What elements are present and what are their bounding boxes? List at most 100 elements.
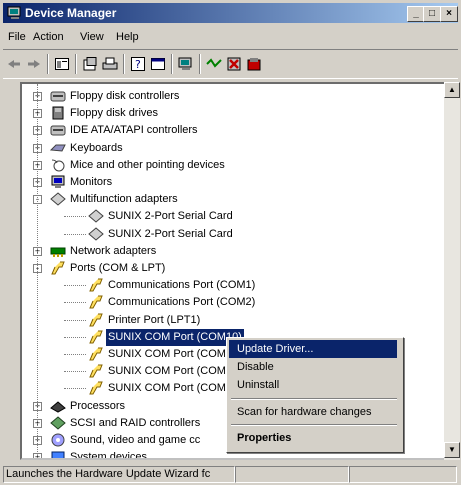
system-devices-icon — [51, 451, 65, 458]
tree-category[interactable]: + Keyboards — [22, 140, 442, 157]
menu-bar: File Action View Help — [3, 27, 458, 47]
device-manager-icon — [7, 6, 21, 19]
tree-item-label[interactable]: Sound, video and game cc — [68, 432, 202, 449]
menu-action[interactable]: Action — [33, 31, 64, 43]
window-title: Device Manager — [25, 6, 117, 20]
status-panel-2 — [235, 466, 349, 483]
update-driver-icon[interactable] — [245, 55, 263, 73]
toolbar-separator — [75, 54, 77, 74]
menu-separator — [231, 398, 397, 400]
network-adapter-icon — [50, 247, 66, 257]
print-icon[interactable] — [101, 55, 119, 73]
help-icon[interactable]: ? — [129, 55, 147, 73]
tree-item-label[interactable]: Communications Port (COM2) — [106, 294, 257, 311]
menu-separator — [231, 424, 397, 426]
serial-card-icon — [88, 226, 104, 241]
tree-category[interactable]: + Mice and other pointing devices — [22, 157, 442, 174]
tree-connector — [64, 371, 86, 373]
tree-connector — [64, 354, 86, 355]
tree-item-label[interactable]: Ports (COM & LPT) — [68, 260, 167, 277]
uninstall-menu-item[interactable]: Uninstall — [229, 376, 397, 394]
tree-device[interactable]: Printer Port (LPT1) — [22, 312, 442, 329]
title-bar[interactable]: Device Manager _ □ × — [3, 3, 458, 23]
menu-help[interactable]: Help — [116, 31, 139, 43]
tree-category[interactable]: + IDE ATA/ATAPI controllers — [22, 122, 442, 139]
tree-item-label[interactable]: SUNIX COM Port (COM — [106, 363, 228, 380]
context-menu: Update Driver... Disable Uninstall Scan … — [226, 337, 404, 453]
tree-item-label[interactable]: Printer Port (LPT1) — [106, 312, 202, 329]
vertical-scrollbar[interactable]: ▲ ▼ — [444, 82, 460, 460]
scroll-up-button[interactable]: ▲ — [444, 82, 460, 98]
port-icon — [89, 278, 103, 292]
tree-item-label[interactable]: IDE ATA/ATAPI controllers — [68, 122, 200, 139]
tree-category[interactable]: + Floppy disk controllers — [22, 88, 442, 105]
tree-item-label[interactable]: System devices — [68, 449, 149, 458]
toolbar-separator — [123, 54, 125, 74]
scan-icon[interactable] — [177, 55, 195, 73]
toolbar-separator — [199, 54, 201, 74]
tree-device[interactable]: SUNIX 2-Port Serial Card — [22, 208, 442, 225]
monitor-icon — [51, 175, 65, 188]
scsi-icon — [50, 416, 66, 430]
update-driver-menu-item[interactable]: Update Driver... — [229, 340, 397, 358]
tree-item-label[interactable]: Keyboards — [68, 140, 125, 157]
tree-connector — [64, 302, 86, 304]
properties-icon[interactable] — [81, 55, 99, 73]
tree-item-label[interactable]: SUNIX 2-Port Serial Card — [106, 208, 235, 225]
tree-category[interactable]: - Multifunction adapters — [22, 191, 442, 208]
menu-file[interactable]: File — [8, 31, 26, 43]
back-icon[interactable] — [5, 55, 23, 73]
status-panel-3 — [349, 466, 457, 483]
tree-item-label[interactable]: Multifunction adapters — [68, 191, 180, 208]
properties-menu-item[interactable]: Properties — [229, 429, 397, 447]
tree-item-label[interactable]: SUNIX COM Port (COM — [106, 380, 228, 397]
disable-menu-item[interactable]: Disable — [229, 358, 397, 376]
toolbar: ? — [3, 49, 458, 79]
tree-item-label[interactable]: SUNIX 2-Port Serial Card — [106, 226, 235, 243]
tree-item-label[interactable]: SCSI and RAID controllers — [68, 415, 202, 432]
port-icon — [89, 364, 103, 378]
disable-icon[interactable] — [225, 55, 243, 73]
scroll-down-button[interactable]: ▼ — [444, 442, 460, 458]
tree-connector — [64, 233, 86, 235]
sound-icon — [51, 433, 65, 447]
tree-connector — [64, 336, 86, 338]
mouse-icon — [51, 159, 65, 172]
uninstall-icon[interactable] — [205, 55, 223, 73]
tree-category[interactable]: + Network adapters — [22, 243, 442, 260]
close-button[interactable]: × — [440, 6, 458, 22]
tree-category[interactable]: - Ports (COM & LPT) — [22, 260, 442, 277]
toolbar-separator — [171, 54, 173, 74]
port-icon — [89, 381, 103, 395]
status-text: Launches the Hardware Update Wizard fc — [3, 466, 235, 483]
port-icon — [51, 261, 65, 275]
tree-item-label[interactable]: Mice and other pointing devices — [68, 157, 227, 174]
forward-icon[interactable] — [25, 55, 43, 73]
selected-device-label[interactable]: SUNIX COM Port (COM10) — [106, 328, 244, 346]
port-icon — [89, 295, 103, 309]
tree-category[interactable]: + Monitors — [22, 174, 442, 191]
multifunction-icon — [50, 192, 66, 206]
svg-text:?: ? — [135, 58, 141, 71]
tree-device[interactable]: SUNIX 2-Port Serial Card — [22, 226, 442, 243]
tree-item-label[interactable]: SUNIX COM Port (COM — [106, 346, 228, 363]
processor-icon — [50, 400, 66, 413]
maximize-button[interactable]: □ — [423, 6, 441, 22]
console-icon[interactable] — [149, 55, 167, 73]
port-icon — [89, 313, 103, 327]
properties-pane-icon[interactable] — [53, 55, 71, 73]
menu-view[interactable]: View — [80, 31, 104, 43]
tree-device[interactable]: Communications Port (COM2) — [22, 294, 442, 311]
scan-hardware-menu-item[interactable]: Scan for hardware changes — [229, 403, 397, 421]
tree-category[interactable]: + Floppy disk drives — [22, 105, 442, 122]
port-icon — [89, 330, 103, 344]
tree-item-label[interactable]: Communications Port (COM1) — [106, 277, 257, 294]
tree-item-label[interactable]: Processors — [68, 398, 127, 415]
tree-device[interactable]: Communications Port (COM1) — [22, 277, 442, 294]
tree-item-label[interactable]: Floppy disk controllers — [68, 88, 181, 105]
device-manager-window: Device Manager _ □ × File Action View He… — [0, 0, 461, 485]
tree-item-label[interactable]: Network adapters — [68, 243, 158, 260]
tree-item-label[interactable]: Monitors — [68, 174, 114, 191]
tree-item-label[interactable]: Floppy disk drives — [68, 105, 160, 122]
tree-connector — [64, 285, 86, 287]
